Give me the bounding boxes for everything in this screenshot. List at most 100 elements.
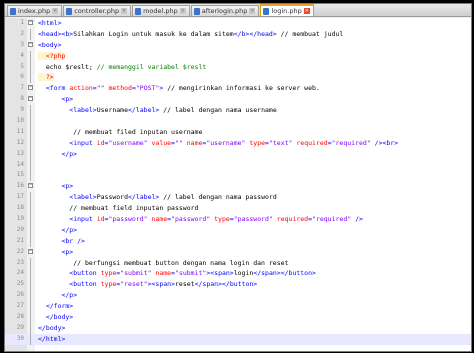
line-number: 10 — [16, 117, 24, 125]
line-number: 20 — [16, 225, 24, 233]
code-text: </p> — [38, 225, 77, 236]
code-text: <form action="" method="POST"> // mengir… — [38, 83, 320, 94]
fold-toggle-icon[interactable]: − — [28, 183, 33, 189]
code-line[interactable]: 6 ?> — [5, 72, 471, 84]
fold-guide — [30, 312, 31, 323]
code-line[interactable]: 18 // membuat field inputan password — [5, 203, 471, 215]
code-line[interactable]: 30 </html> — [5, 333, 471, 345]
code-line[interactable]: 23 // berfungsi membuat button dengan na… — [5, 257, 471, 269]
code-token: </p> — [38, 225, 78, 234]
fold-toggle-icon[interactable]: − — [28, 41, 33, 47]
code-line[interactable]: 7− <form action="" method="POST"> // men… — [5, 83, 471, 94]
code-token: // label dengan nama username — [159, 106, 277, 115]
code-editor[interactable]: 1− <html> 2 <head><b>Silahkan Login untuk m… — [5, 18, 471, 351]
code-token: name — [151, 269, 172, 278]
code-text: <button type="reset"><span>reset</span><… — [38, 279, 257, 290]
tab-model[interactable]: model.php × — [132, 5, 190, 16]
code-line[interactable]: 16− <p> — [5, 181, 471, 192]
code-token: <input — [38, 215, 97, 224]
code-line[interactable]: 28 </body> — [5, 312, 471, 323]
code-text: <body> — [38, 40, 61, 51]
line-number: 4 — [20, 51, 24, 59]
tab-controller[interactable]: controller.php × — [63, 5, 132, 16]
tab-login[interactable]: login.php × — [260, 4, 314, 16]
close-icon[interactable]: × — [179, 8, 186, 14]
code-line[interactable]: 26 </p> — [5, 290, 471, 302]
code-token: </label> — [128, 106, 160, 115]
code-line[interactable]: 17 <label>Password</label> // label deng… — [5, 192, 471, 204]
close-icon[interactable]: × — [249, 8, 256, 14]
tab-index[interactable]: index.php × — [7, 5, 63, 16]
fold-toggle-icon[interactable]: − — [28, 85, 33, 91]
code-line[interactable]: 11 // membuat filed inputan username — [5, 126, 471, 138]
code-text: <label>Username</label> // label dengan … — [38, 105, 277, 116]
code-line[interactable]: 24 <button type="submit" name="submit"><… — [5, 268, 471, 280]
code-line[interactable]: 29 </body> — [5, 322, 471, 334]
code-line[interactable]: 5 echo $reslt; // memanggil variabel $re… — [5, 61, 471, 73]
code-line[interactable]: 12 <input id="username" value="" name="u… — [5, 137, 471, 149]
code-token: <?php — [38, 51, 66, 60]
code-line[interactable]: 1− <html> — [5, 18, 471, 29]
code-line[interactable]: 9 <label>Username</label> // label denga… — [5, 105, 471, 117]
code-token: <button — [38, 280, 101, 289]
code-line[interactable]: 4 <?php — [5, 50, 471, 62]
code-line[interactable]: 20 </p> — [5, 224, 471, 236]
close-icon[interactable]: × — [121, 8, 128, 14]
code-text: </body> — [38, 312, 73, 323]
fold-guide — [30, 268, 31, 280]
code-token: required — [292, 138, 328, 147]
fold-toggle-icon[interactable]: − — [28, 248, 33, 254]
tab-label: controller.php — [74, 7, 120, 15]
php-file-icon — [193, 7, 200, 15]
code-line[interactable]: 19 <input id="password" name="password" … — [5, 214, 471, 225]
code-text: // berfungsi membuat button dengan nama … — [38, 258, 288, 269]
editor-window: index.php × controller.php × model.php ×… — [4, 3, 472, 352]
fold-toggle-icon[interactable]: − — [28, 20, 33, 25]
code-line[interactable]: 27 </form> — [5, 301, 471, 313]
code-token: <form — [38, 84, 70, 93]
close-icon[interactable]: × — [303, 8, 310, 14]
close-icon[interactable]: × — [52, 8, 59, 14]
code-line[interactable]: 21 <br /> — [5, 235, 471, 247]
fold-guide — [30, 105, 31, 117]
code-text: </p> — [38, 290, 77, 301]
code-token: </span></button> — [194, 280, 258, 289]
code-token: ?> — [38, 73, 54, 82]
fold-guide — [30, 333, 31, 345]
code-token: "submit" — [175, 269, 207, 278]
fold-toggle-icon[interactable]: − — [28, 96, 33, 102]
tab-afterlogin[interactable]: afterlogin.php × — [190, 5, 260, 16]
line-number: 19 — [16, 215, 24, 223]
php-file-icon — [10, 7, 16, 15]
fold-guide — [30, 61, 31, 73]
line-number: 9 — [20, 106, 24, 114]
code-token: <label> — [38, 106, 97, 115]
code-token: type — [245, 138, 266, 147]
code-line[interactable]: 15 — [5, 170, 471, 182]
code-line[interactable]: 13 </p> — [5, 148, 471, 160]
code-token: // membuat filed inputan username — [38, 127, 203, 136]
fold-guide — [30, 28, 31, 40]
code-text: </form> — [38, 301, 73, 312]
code-token: Username — [96, 106, 129, 115]
code-token: <html> — [38, 19, 62, 27]
code-line[interactable]: 10 — [5, 116, 471, 127]
fold-guide — [30, 159, 31, 171]
code-line[interactable]: 25 <button type="reset"><span>reset</spa… — [5, 279, 471, 291]
code-line[interactable]: 8− <p> — [5, 94, 471, 105]
fold-guide — [30, 50, 31, 62]
code-token: // memanggil variabel $reslt — [96, 62, 207, 71]
code-line[interactable]: 3− <body> — [5, 40, 471, 51]
code-token: "" — [96, 84, 105, 93]
code-line[interactable]: 22− <p> — [5, 247, 471, 258]
code-token: </label> — [128, 193, 160, 202]
code-line[interactable]: 14 — [5, 159, 471, 171]
code-line[interactable]: 2 <head><b>Silahkan Login untuk masuk ke … — [5, 28, 471, 40]
code-token: "username" — [206, 138, 246, 147]
line-number: 18 — [16, 204, 24, 212]
code-lines: 1− <html> 2 <head><b>Silahkan Login untuk m… — [5, 18, 471, 345]
code-token: </form> — [38, 302, 74, 311]
code-token: // label dengan nama password — [159, 193, 277, 202]
code-token: name — [182, 138, 203, 147]
code-token: <p> — [38, 247, 74, 256]
